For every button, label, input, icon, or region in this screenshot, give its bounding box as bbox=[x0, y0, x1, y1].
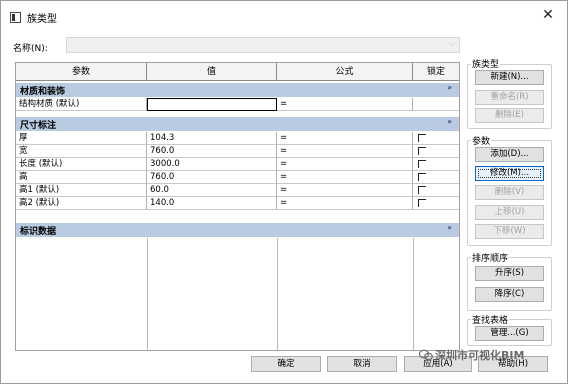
formula-cell[interactable]: = bbox=[277, 98, 413, 111]
new-type-button[interactable]: 新建(N)... bbox=[475, 70, 544, 85]
param-name: 厚 bbox=[16, 132, 147, 145]
group-identity-data[interactable]: 标识数据 » bbox=[16, 223, 459, 237]
formula-cell[interactable]: = bbox=[277, 132, 413, 145]
watermark: 深圳市可视化BIM bbox=[419, 347, 524, 363]
lock-cell bbox=[413, 98, 459, 111]
parameters-title: 参数 bbox=[471, 134, 492, 147]
col-header-formula[interactable]: 公式 bbox=[277, 63, 413, 81]
col-header-lock[interactable]: 锁定 bbox=[413, 63, 459, 81]
param-name: 高1 (默认) bbox=[16, 184, 147, 197]
value-cell[interactable]: 104.3 bbox=[147, 132, 277, 145]
param-name: 长度 (默认) bbox=[16, 158, 147, 171]
table-row[interactable]: 长度 (默认) 3000.0 = bbox=[16, 158, 459, 171]
column-divider bbox=[277, 238, 278, 350]
watermark-text: 深圳市可视化BIM bbox=[435, 349, 525, 362]
column-divider bbox=[413, 238, 414, 350]
param-name: 宽 bbox=[16, 145, 147, 158]
value-cell[interactable]: 60.0 bbox=[147, 184, 277, 197]
chevron-down-icon: ⌵ bbox=[449, 39, 456, 49]
group-title: 标识数据 bbox=[20, 227, 57, 237]
ok-button[interactable]: 确定 bbox=[251, 356, 321, 372]
group-title: 尺寸标注 bbox=[20, 121, 57, 131]
formula-cell[interactable]: = bbox=[277, 145, 413, 158]
modify-label: 修改(M)... bbox=[489, 168, 530, 178]
table-row[interactable]: 高2 (默认) 140.0 = bbox=[16, 197, 459, 210]
formula-cell[interactable]: = bbox=[277, 171, 413, 184]
app-icon bbox=[10, 12, 21, 23]
lock-checkbox[interactable] bbox=[418, 147, 426, 155]
sort-ascending-button[interactable]: 升序(S) bbox=[475, 266, 544, 281]
collapse-icon[interactable]: » bbox=[447, 223, 452, 232]
delete-type-button[interactable]: 删除(E) bbox=[475, 108, 544, 123]
sort-order-title: 排序顺序 bbox=[471, 251, 510, 264]
remove-parameter-button[interactable]: 删除(V) bbox=[475, 185, 544, 200]
name-select[interactable]: ⌵ bbox=[66, 37, 460, 53]
rename-type-button[interactable]: 重命名(R) bbox=[475, 90, 544, 105]
lock-cell bbox=[413, 132, 459, 145]
lock-checkbox[interactable] bbox=[418, 134, 426, 142]
formula-cell[interactable]: = bbox=[277, 184, 413, 197]
value-cell[interactable]: 760.0 bbox=[147, 171, 277, 184]
family-types-title: 族类型 bbox=[471, 57, 501, 70]
value-cell[interactable]: 140.0 bbox=[147, 197, 277, 210]
table-row[interactable]: 结构材质 (默认) = bbox=[16, 98, 459, 111]
table-row[interactable]: 高1 (默认) 60.0 = bbox=[16, 184, 459, 197]
value-input[interactable] bbox=[147, 98, 277, 111]
cancel-button[interactable]: 取消 bbox=[327, 356, 397, 372]
lock-cell bbox=[413, 171, 459, 184]
title-bar: 族类型 ✕ bbox=[1, 1, 567, 33]
manage-lookup-button[interactable]: 管理...(G) bbox=[475, 326, 544, 341]
lock-checkbox[interactable] bbox=[418, 173, 426, 181]
lookup-tables-title: 查找表格 bbox=[471, 313, 510, 326]
collapse-icon[interactable]: » bbox=[447, 117, 452, 126]
value-cell[interactable]: 760.0 bbox=[147, 145, 277, 158]
lock-cell bbox=[413, 184, 459, 197]
param-name: 高2 (默认) bbox=[16, 197, 147, 210]
name-label: 名称(N): bbox=[13, 44, 48, 54]
lock-cell bbox=[413, 197, 459, 210]
modify-parameter-button[interactable]: 修改(M)... bbox=[475, 166, 544, 181]
window-title: 族类型 bbox=[27, 14, 57, 25]
table-row[interactable]: 宽 760.0 = bbox=[16, 145, 459, 158]
collapse-icon[interactable]: » bbox=[447, 83, 452, 92]
formula-cell[interactable]: = bbox=[277, 197, 413, 210]
sort-descending-button[interactable]: 降序(C) bbox=[475, 287, 544, 302]
table-row[interactable]: 厚 104.3 = bbox=[16, 132, 459, 145]
move-down-button[interactable]: 下移(W) bbox=[475, 224, 544, 239]
group-title: 材质和装饰 bbox=[20, 87, 66, 97]
formula-cell[interactable]: = bbox=[277, 158, 413, 171]
lock-checkbox[interactable] bbox=[418, 160, 426, 168]
lock-cell bbox=[413, 145, 459, 158]
add-parameter-button[interactable]: 添加(D)... bbox=[475, 147, 544, 162]
param-name: 高 bbox=[16, 171, 147, 184]
lock-checkbox[interactable] bbox=[418, 186, 426, 194]
table-row[interactable]: 高 760.0 = bbox=[16, 171, 459, 184]
group-material[interactable]: 材质和装饰 » bbox=[16, 83, 459, 97]
lock-checkbox[interactable] bbox=[418, 199, 426, 207]
close-icon[interactable]: ✕ bbox=[538, 5, 558, 25]
wechat-icon bbox=[419, 349, 433, 361]
family-types-dialog: 族类型 ✕ 名称(N): ⌵ 参数 值 公式 锁定 材质和装饰 » 结构材质 (… bbox=[0, 0, 568, 384]
group-dimensions[interactable]: 尺寸标注 » bbox=[16, 117, 459, 131]
parameter-table: 参数 值 公式 锁定 材质和装饰 » 结构材质 (默认) = 尺寸标注 » 厚 … bbox=[15, 62, 460, 351]
column-divider bbox=[147, 238, 148, 350]
move-up-button[interactable]: 上移(U) bbox=[475, 205, 544, 220]
col-header-value[interactable]: 值 bbox=[147, 63, 277, 81]
lock-cell bbox=[413, 158, 459, 171]
value-cell[interactable]: 3000.0 bbox=[147, 158, 277, 171]
col-header-param[interactable]: 参数 bbox=[16, 63, 147, 81]
param-name: 结构材质 (默认) bbox=[16, 98, 147, 111]
